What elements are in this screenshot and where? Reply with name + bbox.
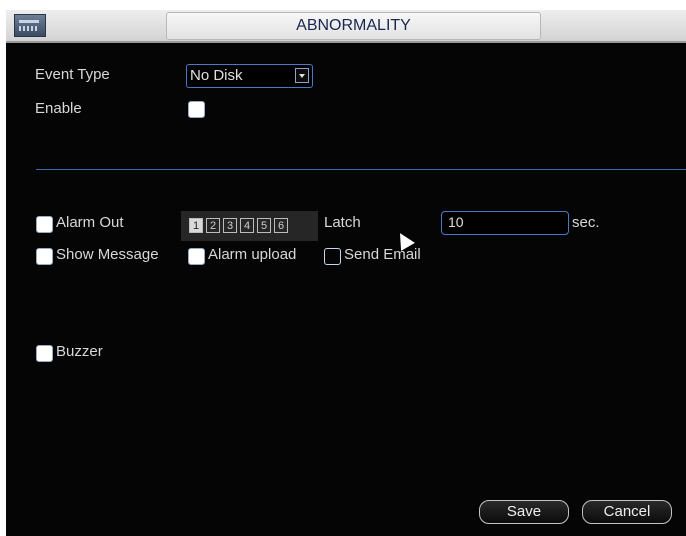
menu-panel-icon[interactable] xyxy=(14,14,46,37)
chevron-down-icon[interactable] xyxy=(295,68,309,83)
channel-4-toggle[interactable]: 4 xyxy=(240,218,254,233)
latch-label: Latch xyxy=(324,214,361,231)
send-email-label: Send Email xyxy=(344,246,421,263)
event-type-select[interactable]: No Disk xyxy=(186,64,313,88)
latch-unit: sec. xyxy=(572,214,600,231)
section-divider xyxy=(36,169,686,170)
show-message-label: Show Message xyxy=(56,246,159,263)
send-email-checkbox[interactable] xyxy=(324,248,341,265)
event-type-value: No Disk xyxy=(190,67,243,84)
channel-3-toggle[interactable]: 3 xyxy=(223,218,237,233)
alarm-out-label: Alarm Out xyxy=(56,214,124,231)
alarm-out-checkbox[interactable] xyxy=(36,216,53,233)
cancel-button[interactable]: Cancel xyxy=(582,500,672,524)
enable-label: Enable xyxy=(35,100,82,117)
abnormality-dialog: ABNORMALITY Event Type No Disk Enable Al… xyxy=(6,10,686,536)
title-bar: ABNORMALITY xyxy=(6,10,686,43)
channel-1-toggle[interactable]: 1 xyxy=(189,218,203,233)
title-tab: ABNORMALITY xyxy=(166,12,541,40)
buzzer-checkbox[interactable] xyxy=(36,345,53,362)
event-type-label: Event Type xyxy=(35,66,110,83)
latch-value: 10 xyxy=(448,214,464,230)
alarm-upload-label: Alarm upload xyxy=(208,246,297,263)
buzzer-label: Buzzer xyxy=(56,343,103,360)
alarm-upload-checkbox[interactable] xyxy=(188,248,205,265)
channel-2-toggle[interactable]: 2 xyxy=(206,218,220,233)
channel-6-toggle[interactable]: 6 xyxy=(274,218,288,233)
alarm-out-channels: 1 2 3 4 5 6 xyxy=(181,211,318,241)
save-button[interactable]: Save xyxy=(479,500,569,524)
window-title: ABNORMALITY xyxy=(296,17,411,34)
latch-input[interactable]: 10 xyxy=(441,211,569,235)
enable-checkbox[interactable] xyxy=(188,101,205,118)
show-message-checkbox[interactable] xyxy=(36,248,53,265)
channel-5-toggle[interactable]: 5 xyxy=(257,218,271,233)
